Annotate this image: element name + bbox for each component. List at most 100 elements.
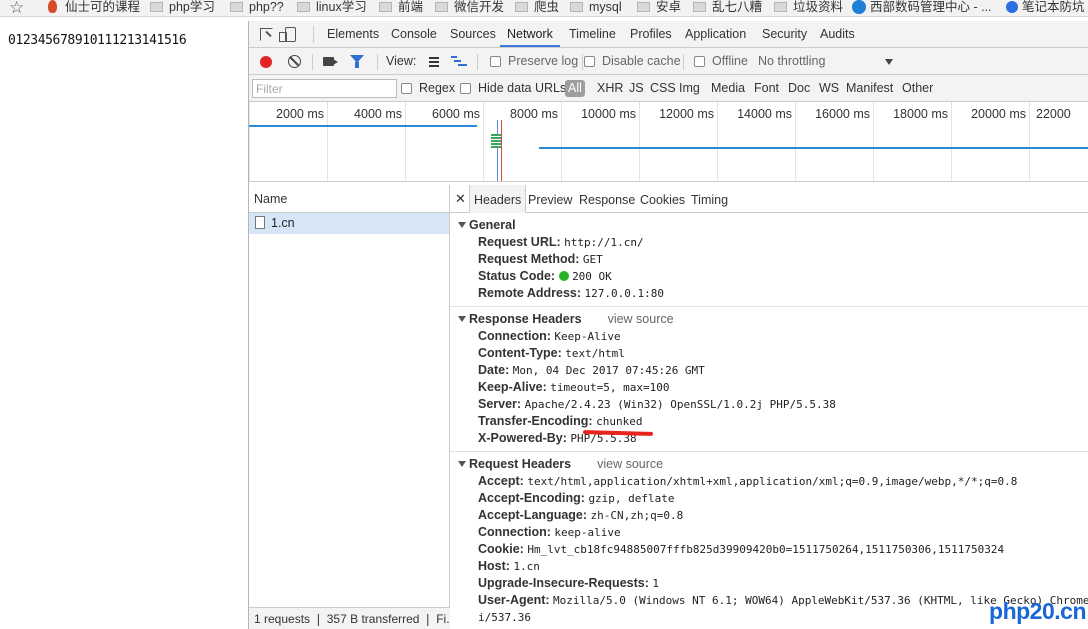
network-overview-timeline[interactable]: 2000 ms 4000 ms 6000 ms 8000 ms 10000 ms… — [249, 102, 1088, 182]
preserve-log-checkbox[interactable] — [490, 56, 501, 67]
header-row: Cookie: Hm_lvt_cb18fc94885007fffb825d399… — [450, 541, 1088, 558]
name-column-header[interactable]: Name — [249, 185, 449, 213]
type-filter-media[interactable]: Media — [711, 75, 745, 102]
timeline-tick: 6000 ms — [405, 102, 483, 181]
type-filter-img[interactable]: Img — [679, 75, 700, 102]
inspect-element-icon[interactable] — [260, 28, 273, 41]
section-title: General — [469, 218, 516, 232]
timeline-tick: 20000 ms — [951, 102, 1029, 181]
bookmark-10[interactable]: 乱七八糟 — [693, 0, 762, 16]
view-source-link[interactable]: view source — [608, 312, 674, 326]
filter-icon[interactable] — [350, 55, 364, 68]
close-icon[interactable]: ✕ — [455, 191, 466, 207]
flame-icon — [48, 0, 57, 13]
throttling-select[interactable]: No throttling — [758, 48, 825, 75]
bookmark-12[interactable]: 西部数码管理中心 - ... — [852, 0, 992, 16]
divider — [683, 54, 684, 70]
header-value: 1.cn — [513, 560, 540, 573]
watermark: php20.cn — [989, 598, 1086, 624]
devtools-panel: Elements Console Sources Network Timelin… — [248, 21, 1088, 629]
tab-timeline[interactable]: Timeline — [569, 21, 616, 47]
type-filter-manifest[interactable]: Manifest — [846, 75, 893, 102]
request-headers-header[interactable]: Request Headers view source — [450, 456, 1088, 473]
expand-triangle-icon — [458, 316, 466, 322]
filter-input[interactable] — [252, 79, 397, 98]
record-icon[interactable] — [260, 56, 272, 68]
tab-security[interactable]: Security — [762, 21, 807, 47]
bookmark-2[interactable]: php学习 — [150, 0, 215, 16]
hide-data-urls-checkbox[interactable] — [460, 83, 471, 94]
bookmark-7[interactable]: 爬虫 — [515, 0, 559, 16]
request-list: Name 1.cn 1 requests ❘ 357 B transferred… — [249, 185, 450, 629]
view-source-link[interactable]: view source — [597, 457, 663, 471]
header-row: Status Code: 200 OK — [450, 268, 1088, 285]
header-value: Hm_lvt_cb18fc94885007fffb825d39909420b0=… — [527, 543, 1005, 556]
tab-headers[interactable]: Headers — [469, 185, 527, 213]
type-filter-doc[interactable]: Doc — [788, 75, 810, 102]
tab-console[interactable]: Console — [391, 21, 437, 47]
general-section-header[interactable]: General — [450, 217, 1088, 234]
type-filter-xhr[interactable]: XHR — [597, 75, 623, 102]
bookmark-4[interactable]: linux学习 — [297, 0, 367, 16]
timeline-tick: 4000 ms — [327, 102, 405, 181]
chevron-down-icon[interactable] — [885, 59, 893, 65]
bookmark-11[interactable]: 垃圾资料 — [774, 0, 843, 16]
clear-icon[interactable] — [288, 55, 301, 68]
header-row: Keep-Alive: timeout=5, max=100 — [450, 379, 1088, 396]
star-icon[interactable]: ☆ — [9, 0, 24, 16]
tick-label: 8000 ms — [510, 107, 558, 121]
tick-label: 10000 ms — [581, 107, 636, 121]
tab-application[interactable]: Application — [685, 21, 746, 47]
type-filter-js[interactable]: JS — [629, 75, 644, 102]
tab-elements[interactable]: Elements — [327, 21, 379, 47]
tick-label: 6000 ms — [432, 107, 480, 121]
type-filter-font[interactable]: Font — [754, 75, 779, 102]
preserve-log-label: Preserve log — [508, 54, 579, 68]
tab-cookies[interactable]: Cookies — [640, 185, 685, 213]
header-key: X-Powered-By: — [478, 431, 567, 445]
tab-preview[interactable]: Preview — [528, 185, 572, 213]
tick-label: 2000 ms — [276, 107, 324, 121]
regex-checkbox[interactable] — [401, 83, 412, 94]
tab-timing[interactable]: Timing — [691, 185, 728, 213]
type-filter-other[interactable]: Other — [902, 75, 933, 102]
tab-response[interactable]: Response — [579, 185, 635, 213]
overview-icon[interactable] — [451, 56, 467, 68]
folder-icon — [230, 2, 243, 12]
bookmark-1[interactable]: 仙士可的课程 — [48, 0, 140, 16]
bookmarks-bar: ☆ 仙士可的课程 php学习 php?? linux学习 前端 微信开发 爬虫 … — [0, 0, 1088, 17]
header-key: Server: — [478, 397, 522, 411]
detail-tab-bar: ✕ Headers Preview Response Cookies Timin… — [450, 185, 1088, 213]
device-mode-icon[interactable] — [279, 27, 296, 42]
large-rows-icon[interactable] — [425, 57, 439, 67]
header-row: Request URL: http://1.cn/ — [450, 234, 1088, 251]
bookmark-8[interactable]: mysql — [570, 0, 622, 16]
type-filter-css[interactable]: CSS — [650, 75, 676, 102]
offline-checkbox[interactable] — [694, 56, 705, 67]
capture-screenshots-icon[interactable] — [323, 57, 338, 66]
request-name: 1.cn — [271, 216, 295, 230]
tab-profiles[interactable]: Profiles — [630, 21, 672, 47]
bookmark-label: 西部数码管理中心 - ... — [870, 0, 992, 14]
type-filter-all[interactable]: All — [565, 80, 585, 97]
tab-sources[interactable]: Sources — [450, 21, 496, 47]
bookmark-3[interactable]: php?? — [230, 0, 284, 16]
bookmark-5[interactable]: 前端 — [379, 0, 423, 16]
devtools-tab-bar: Elements Console Sources Network Timelin… — [249, 21, 1088, 48]
bookmark-9[interactable]: 安卓 — [637, 0, 681, 16]
type-filter-ws[interactable]: WS — [819, 75, 839, 102]
tab-network[interactable]: Network — [500, 21, 560, 47]
divider — [313, 26, 314, 43]
header-key: Remote Address: — [478, 286, 582, 300]
header-value: keep-alive — [554, 526, 621, 539]
header-value: GET — [582, 253, 603, 266]
bookmark-6[interactable]: 微信开发 — [435, 0, 504, 16]
request-row[interactable]: 1.cn — [249, 213, 449, 234]
response-headers-header[interactable]: Response Headers view source — [450, 311, 1088, 328]
header-row: Server: Apache/2.4.23 (Win32) OpenSSL/1.… — [450, 396, 1088, 413]
bookmark-13[interactable]: 笔记本防坑 — [1006, 0, 1085, 16]
disable-cache-checkbox[interactable] — [584, 56, 595, 67]
bookmark-label: 安卓 — [656, 0, 682, 14]
header-row: Accept-Language: zh-CN,zh;q=0.8 — [450, 507, 1088, 524]
tab-audits[interactable]: Audits — [820, 21, 855, 47]
